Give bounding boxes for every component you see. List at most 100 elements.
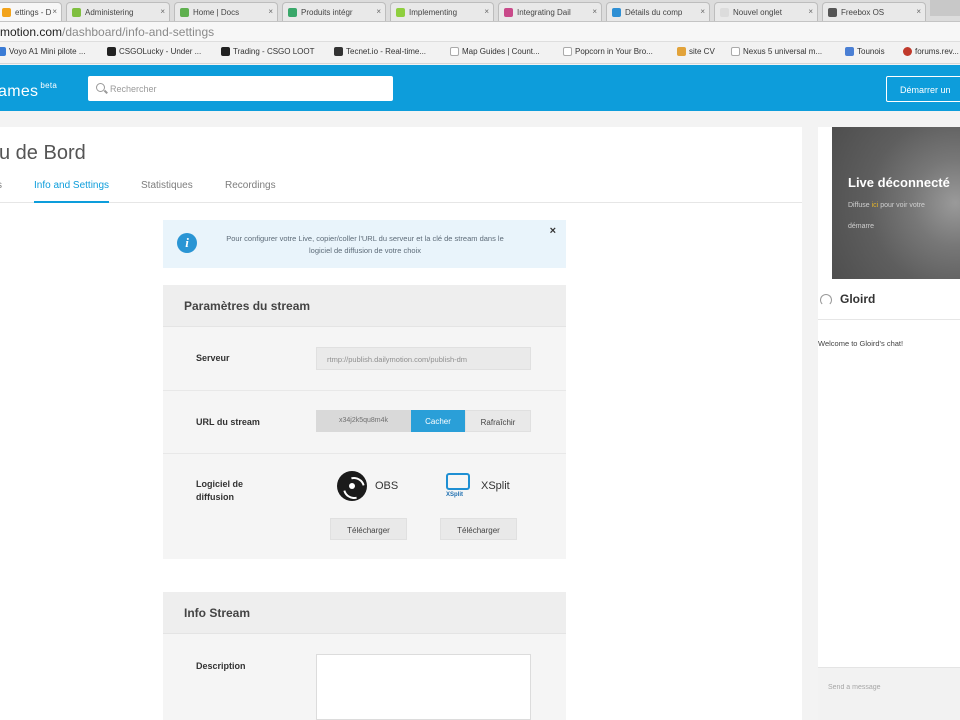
tab-close-icon[interactable]: × bbox=[808, 7, 813, 16]
beta-badge: beta bbox=[40, 81, 58, 90]
tab-close-icon[interactable]: × bbox=[52, 7, 57, 16]
live-status: Live déconnecté bbox=[848, 175, 950, 190]
stream-key-field[interactable]: x34j2k5qu8m4k bbox=[316, 410, 411, 432]
browser-tab-title: Nouvel onglet bbox=[733, 8, 782, 17]
url-text[interactable]: motion.com/dashboard/info-and-settings bbox=[0, 25, 214, 39]
tab-close-icon[interactable]: × bbox=[916, 7, 921, 16]
search-input[interactable] bbox=[110, 81, 380, 96]
tab-favicon-icon bbox=[720, 8, 729, 17]
address-bar[interactable]: motion.com/dashboard/info-and-settings bbox=[0, 22, 960, 42]
browser-tab-title: ettings - D bbox=[15, 8, 52, 17]
description-label: Description bbox=[196, 661, 246, 671]
logo-text: ames bbox=[0, 83, 39, 100]
bookmark-item[interactable]: Popcorn in Your Bro... bbox=[563, 47, 653, 56]
chat-divider bbox=[818, 319, 960, 320]
tab-recordings[interactable]: Recordings bbox=[225, 180, 276, 191]
bookmark-item[interactable]: site CV bbox=[677, 47, 715, 56]
tab-favicon-icon bbox=[2, 8, 11, 17]
bookmark-label: Trading - CSGO LOOT bbox=[233, 47, 315, 56]
browser-tab[interactable]: Integrating Dail × bbox=[498, 2, 602, 21]
bookmark-icon bbox=[903, 47, 912, 56]
new-tab-button[interactable] bbox=[930, 0, 960, 16]
xsplit-name: XSplit bbox=[481, 480, 510, 492]
headphones-icon bbox=[820, 294, 832, 306]
bookmark-item[interactable]: Voyo A1 Mini pilote ... bbox=[0, 47, 86, 56]
bookmark-item[interactable]: Nexus 5 universal m... bbox=[731, 47, 822, 56]
server-field[interactable]: rtmp://publish.dailymotion.com/publish-d… bbox=[316, 347, 531, 370]
bookmark-icon bbox=[450, 47, 459, 56]
info-stream-section: Info Stream Description bbox=[163, 592, 566, 720]
chat-username: Gloird bbox=[840, 292, 876, 306]
bookmark-item[interactable]: Tounois bbox=[845, 47, 885, 56]
tab-favicon-icon bbox=[288, 8, 297, 17]
search-icon bbox=[96, 83, 105, 92]
bookmark-icon bbox=[563, 47, 572, 56]
video-player[interactable]: Live déconnecté Diffuse ici pour voir vo… bbox=[832, 127, 960, 279]
player-hint-link[interactable]: ici bbox=[872, 202, 879, 209]
browser-tab-title: Freebox OS bbox=[841, 8, 885, 17]
browser-tab-title: Home | Docs bbox=[193, 8, 240, 17]
browser-tab[interactable]: ettings - D × bbox=[0, 2, 62, 21]
tab-close-icon[interactable]: × bbox=[484, 7, 489, 16]
info-banner-text: Pour configurer votre Live, copier/colle… bbox=[226, 234, 504, 255]
chat-message-input[interactable] bbox=[828, 680, 953, 694]
url-host: motion.com bbox=[0, 25, 63, 39]
bookmark-item[interactable]: Tecnet.io - Real-time... bbox=[334, 47, 426, 56]
browser-tab[interactable]: Administering × bbox=[66, 2, 170, 21]
tab-close-icon[interactable]: × bbox=[376, 7, 381, 16]
browser-tab[interactable]: Implementing × bbox=[390, 2, 494, 21]
refresh-button[interactable]: Rafraîchir bbox=[465, 410, 531, 432]
tab-favicon-icon bbox=[396, 8, 405, 17]
tab-statistiques[interactable]: Statistiques bbox=[141, 180, 193, 191]
xsplit-logo-icon: XSplit bbox=[444, 471, 474, 501]
obs-logo-icon bbox=[337, 471, 367, 501]
bookmark-icon bbox=[334, 47, 343, 56]
bookmarks-bar: Voyo A1 Mini pilote ... CSGOLucky - Unde… bbox=[0, 42, 960, 64]
browser-tab-title: Détails du comp bbox=[625, 8, 683, 17]
bookmark-label: Nexus 5 universal m... bbox=[743, 47, 823, 56]
chat-header: Gloird bbox=[818, 292, 960, 322]
player-hint-prefix: Diffuse bbox=[848, 202, 870, 209]
bookmark-label: Popcorn in Your Bro... bbox=[575, 47, 653, 56]
bookmark-item[interactable]: CSGOLucky - Under ... bbox=[107, 47, 201, 56]
section-title: Paramètres du stream bbox=[163, 285, 566, 327]
stream-url-label: URL du stream bbox=[196, 417, 260, 427]
bookmark-item[interactable]: Trading - CSGO LOOT bbox=[221, 47, 315, 56]
description-textarea[interactable] bbox=[316, 654, 531, 720]
bookmark-label: Tounois bbox=[857, 47, 885, 56]
browser-tab-title: Produits intégr bbox=[301, 8, 353, 17]
bookmark-icon bbox=[845, 47, 854, 56]
tab-favicon-icon bbox=[612, 8, 621, 17]
browser-tab[interactable]: Détails du comp × bbox=[606, 2, 710, 21]
row-divider bbox=[163, 453, 566, 454]
browser-tab[interactable]: Home | Docs × bbox=[174, 2, 278, 21]
tab-info-and-settings[interactable]: Info and Settings bbox=[34, 180, 110, 203]
bookmark-item[interactable]: Map Guides | Count... bbox=[450, 47, 540, 56]
chat-input-area bbox=[818, 667, 960, 720]
search-box[interactable] bbox=[88, 76, 393, 101]
player-hint: Diffuse ici pour voir votre bbox=[848, 202, 925, 209]
bookmark-icon bbox=[0, 47, 6, 56]
browser-tab[interactable]: Freebox OS × bbox=[822, 2, 926, 21]
xsplit-download-button[interactable]: Télécharger bbox=[440, 518, 517, 540]
browser-tab[interactable]: Produits intégr × bbox=[282, 2, 386, 21]
tab-close-icon[interactable]: × bbox=[268, 7, 273, 16]
obs-download-button[interactable]: Télécharger bbox=[330, 518, 407, 540]
close-icon[interactable]: × bbox=[550, 225, 556, 237]
tab-close-icon[interactable]: × bbox=[592, 7, 597, 16]
tab-close-icon[interactable]: × bbox=[700, 7, 705, 16]
browser-tab[interactable]: Nouvel onglet × bbox=[714, 2, 818, 21]
xsplit-screen-icon bbox=[446, 473, 470, 490]
player-hint-suffix: pour voir votre bbox=[880, 202, 925, 209]
site-logo[interactable]: ames beta bbox=[0, 81, 57, 101]
bookmark-label: site CV bbox=[689, 47, 715, 56]
bookmark-label: forums.rev... bbox=[915, 47, 959, 56]
tab-close-icon[interactable]: × bbox=[160, 7, 165, 16]
bookmark-item[interactable]: forums.rev... bbox=[903, 47, 959, 56]
tab-favicon-icon bbox=[504, 8, 513, 17]
bookmark-icon bbox=[221, 47, 230, 56]
bookmark-label: Map Guides | Count... bbox=[462, 47, 540, 56]
browser-tab-strip: ettings - D × Administering × Home | Doc… bbox=[0, 0, 960, 22]
hide-button[interactable]: Cacher bbox=[411, 410, 465, 432]
start-live-button[interactable]: Démarrer un bbox=[886, 76, 960, 102]
